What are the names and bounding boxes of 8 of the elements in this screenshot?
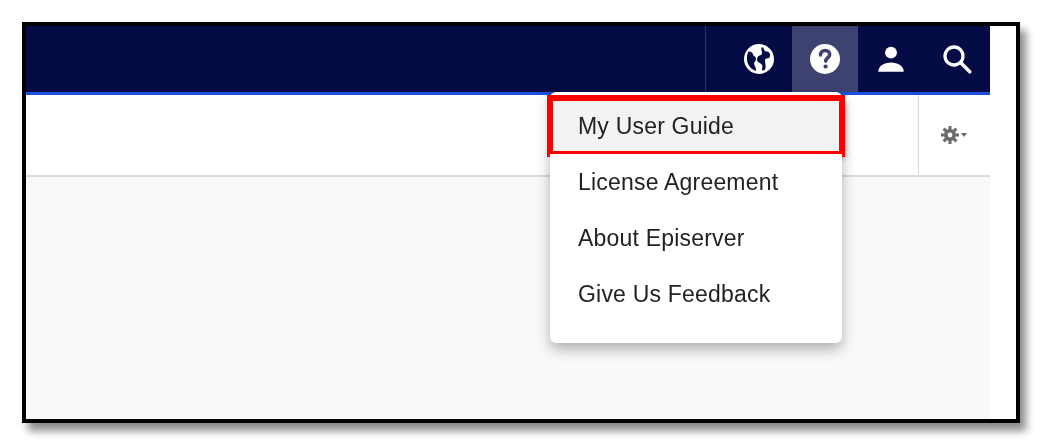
menu-item[interactable]: Give Us Feedback [550,266,842,322]
menu-item[interactable]: About Episerver [550,210,842,266]
help-icon [807,41,843,77]
globe-icon [741,41,777,77]
menu-item[interactable]: My User Guide [550,98,842,154]
settings-icon [939,125,970,145]
nav-button[interactable] [792,26,858,92]
menu-item[interactable]: License Agreement [550,154,842,210]
